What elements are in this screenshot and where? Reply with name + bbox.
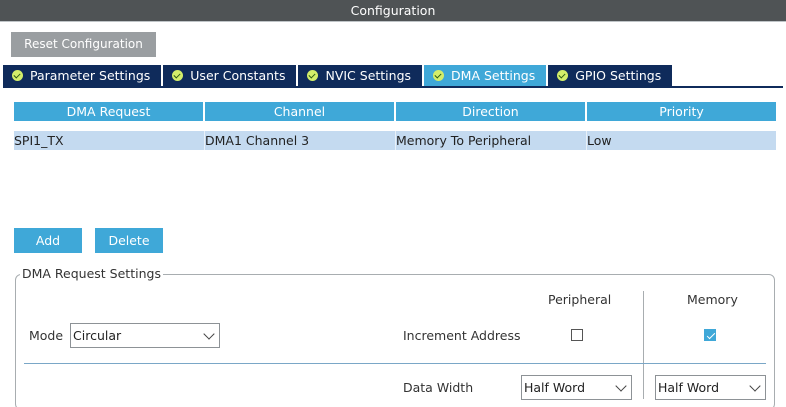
tab-label: User Constants bbox=[190, 68, 286, 83]
tab-gpio-settings[interactable]: GPIO Settings bbox=[548, 65, 673, 86]
check-circle-icon bbox=[307, 70, 319, 81]
column-divider bbox=[643, 291, 644, 399]
window-title: Configuration bbox=[0, 0, 786, 22]
cell-priority[interactable]: Low bbox=[587, 131, 776, 150]
reset-configuration-button[interactable]: Reset Configuration bbox=[11, 32, 156, 57]
column-header-channel[interactable]: Channel bbox=[205, 102, 396, 121]
add-button[interactable]: Add bbox=[14, 228, 82, 253]
check-circle-icon bbox=[557, 70, 569, 81]
peripheral-width-value: Half Word bbox=[524, 380, 586, 395]
tab-label: Parameter Settings bbox=[30, 68, 151, 83]
tab-parameter-settings[interactable]: Parameter Settings bbox=[3, 65, 162, 86]
increment-address-label: Increment Address bbox=[403, 328, 521, 343]
tab-label: DMA Settings bbox=[451, 68, 536, 83]
cell-dma-request[interactable]: SPI1_TX bbox=[14, 131, 205, 150]
memory-data-width-select[interactable]: Half Word bbox=[655, 375, 766, 400]
mode-label: Mode bbox=[29, 328, 64, 343]
data-width-label: Data Width bbox=[403, 380, 474, 395]
tab-label: GPIO Settings bbox=[575, 68, 662, 83]
tab-label: NVIC Settings bbox=[325, 68, 412, 83]
peripheral-data-width-select[interactable]: Half Word bbox=[521, 375, 632, 400]
tab-user-constants[interactable]: User Constants bbox=[163, 65, 297, 86]
check-circle-icon bbox=[12, 70, 23, 81]
memory-increment-checkbox[interactable] bbox=[704, 329, 716, 341]
column-header-direction[interactable]: Direction bbox=[396, 102, 587, 121]
mode-select[interactable]: Circular bbox=[70, 323, 220, 348]
check-circle-icon bbox=[172, 70, 184, 81]
chevron-down-icon bbox=[203, 328, 215, 340]
cell-direction[interactable]: Memory To Peripheral bbox=[396, 131, 587, 150]
tab-nvic-settings[interactable]: NVIC Settings bbox=[298, 65, 423, 86]
delete-button[interactable]: Delete bbox=[95, 228, 163, 253]
cell-channel[interactable]: DMA1 Channel 3 bbox=[205, 131, 396, 150]
dma-request-table: DMA Request Channel Direction Priority S… bbox=[14, 102, 776, 150]
peripheral-increment-checkbox[interactable] bbox=[571, 329, 583, 341]
panel-legend: DMA Request Settings bbox=[20, 266, 163, 281]
mode-value: Circular bbox=[73, 328, 122, 343]
table-row[interactable]: SPI1_TX DMA1 Channel 3 Memory To Periphe… bbox=[14, 131, 776, 150]
peripheral-column-header: Peripheral bbox=[548, 292, 612, 307]
memory-column-header: Memory bbox=[687, 292, 738, 307]
settings-divider bbox=[24, 363, 766, 364]
chevron-down-icon bbox=[749, 380, 761, 392]
column-header-dma-request[interactable]: DMA Request bbox=[14, 102, 205, 121]
check-circle-icon bbox=[433, 70, 445, 81]
tab-dma-settings[interactable]: DMA Settings bbox=[424, 65, 547, 86]
settings-tab-bar: Parameter Settings User Constants NVIC S… bbox=[3, 65, 674, 86]
table-header: DMA Request Channel Direction Priority bbox=[14, 102, 776, 121]
memory-width-value: Half Word bbox=[658, 380, 720, 395]
chevron-down-icon bbox=[615, 380, 627, 392]
tab-underline bbox=[3, 86, 783, 88]
column-header-priority[interactable]: Priority bbox=[587, 102, 776, 121]
